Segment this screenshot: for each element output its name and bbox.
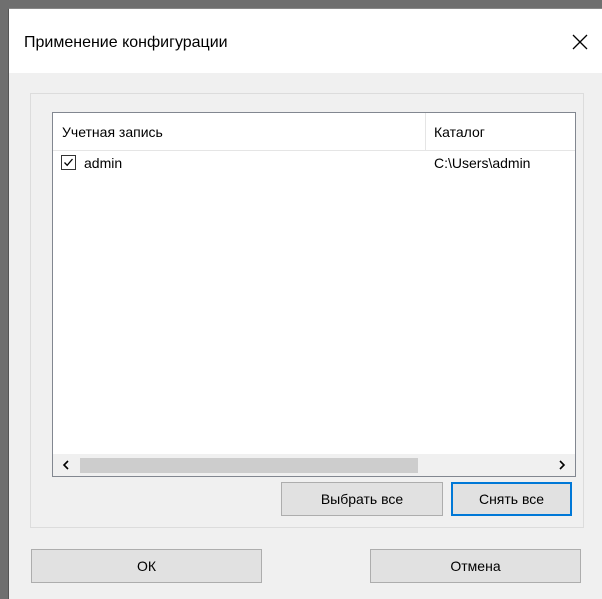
scroll-thumb[interactable] [80, 458, 418, 473]
list-item[interactable]: admin C:\Users\admin [53, 151, 575, 175]
column-header-account[interactable]: Учетная запись [53, 113, 426, 150]
chevron-left-icon [62, 460, 69, 470]
accounts-list[interactable]: Учетная запись Каталог admin C:\Users\ad… [52, 112, 576, 477]
apply-configuration-dialog: Применение конфигурации Учетная запись К… [8, 8, 602, 599]
column-header-catalog[interactable]: Каталог [426, 113, 575, 150]
dialog-title: Применение конфигурации [24, 34, 228, 51]
ok-button[interactable]: ОК [31, 549, 262, 583]
chevron-right-icon [559, 460, 566, 470]
close-icon [572, 34, 588, 50]
scroll-right-button[interactable] [549, 454, 575, 476]
select-all-button[interactable]: Выбрать все [281, 482, 443, 516]
deselect-all-button[interactable]: Снять все [451, 482, 572, 516]
list-header: Учетная запись Каталог [53, 113, 575, 151]
account-name: admin [84, 155, 123, 171]
title-bar: Применение конфигурации [9, 9, 602, 73]
close-button[interactable] [557, 19, 602, 69]
account-catalog: C:\Users\admin [434, 155, 531, 171]
account-checkbox[interactable] [61, 155, 76, 170]
cancel-button[interactable]: Отмена [370, 549, 581, 583]
horizontal-scrollbar[interactable] [53, 454, 575, 476]
checkmark-icon [64, 158, 73, 167]
scroll-left-button[interactable] [53, 454, 79, 476]
